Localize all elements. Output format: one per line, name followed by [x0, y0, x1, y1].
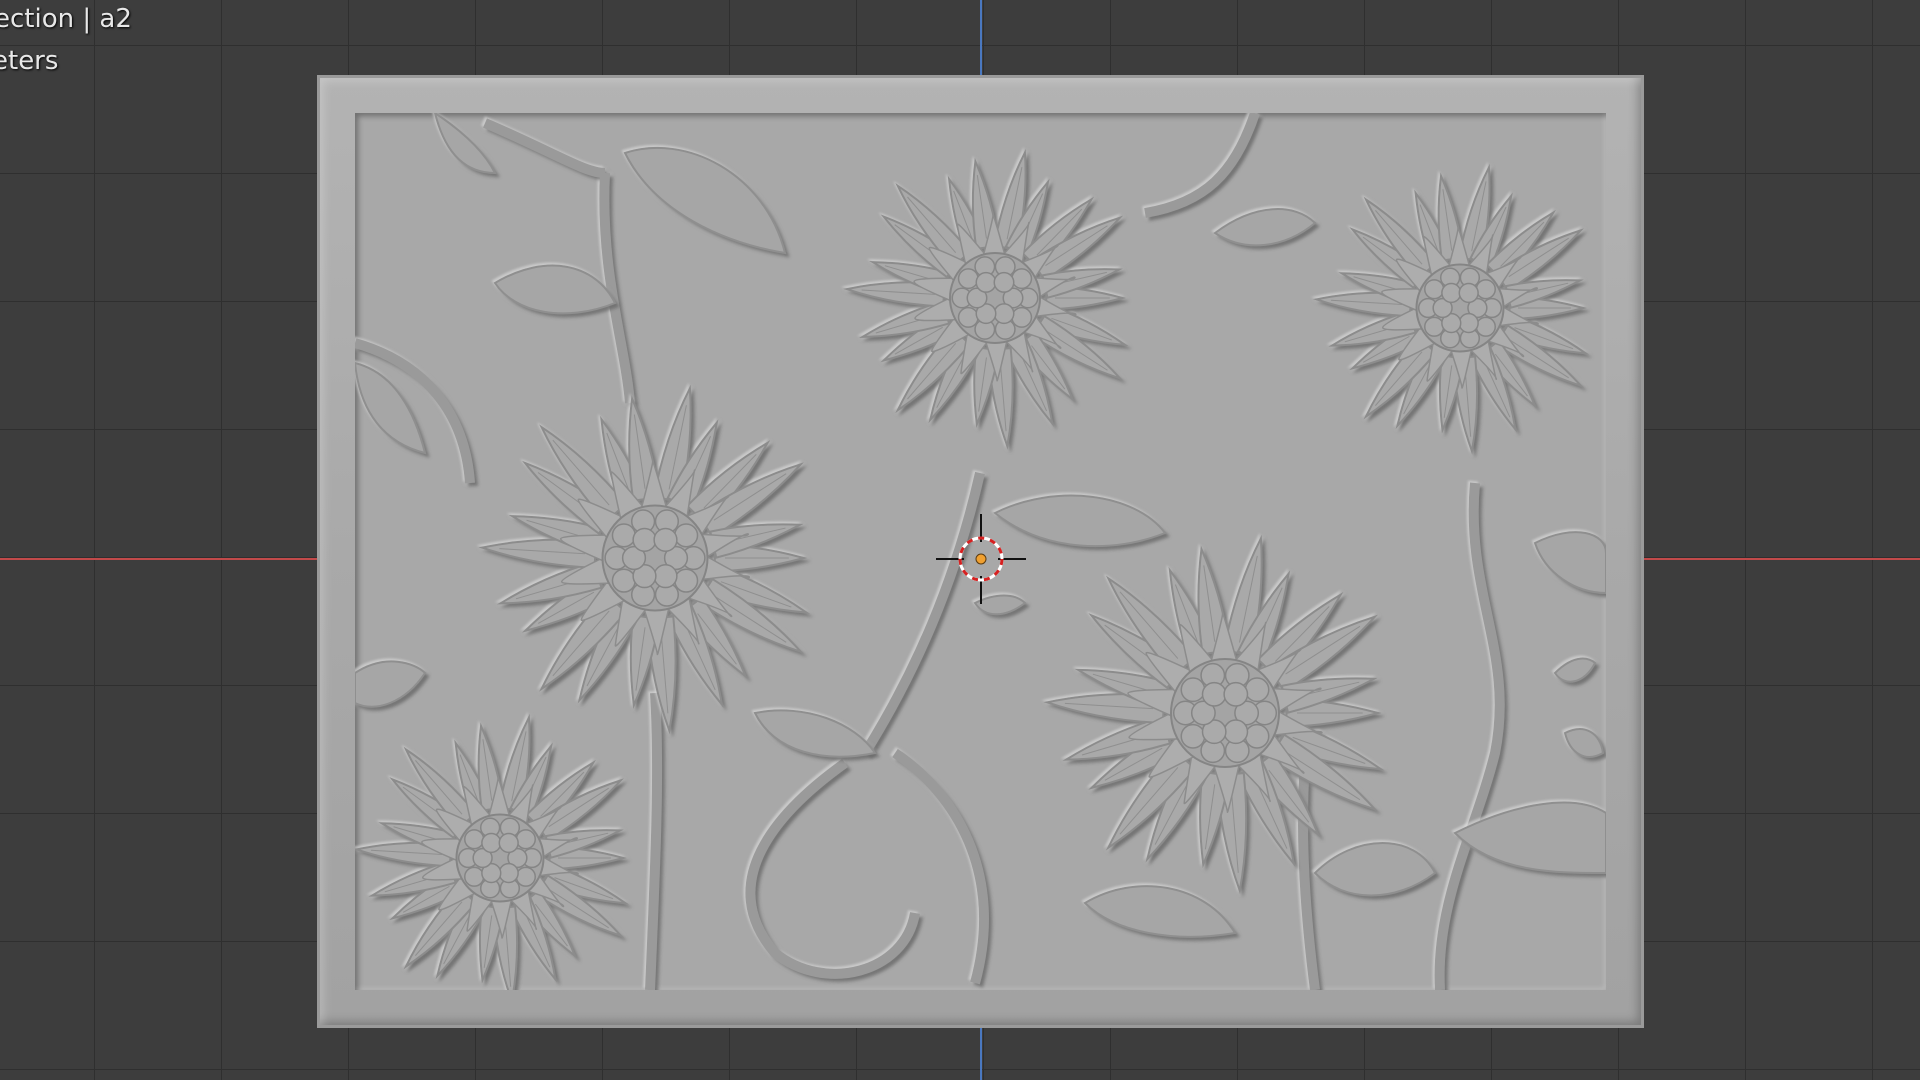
floret: [957, 268, 979, 290]
floret: [1223, 719, 1249, 745]
floret: [1458, 282, 1479, 304]
floret: [1244, 677, 1270, 703]
floret: [1180, 677, 1206, 703]
floret: [653, 527, 678, 552]
viewport-info-collection: ection | a2: [0, 4, 132, 34]
grid-line: [1745, 0, 1746, 1080]
floret: [1441, 282, 1462, 304]
grid-line: [221, 0, 222, 1080]
floret: [653, 564, 678, 589]
sunflower-head: [478, 384, 811, 735]
floret: [481, 832, 502, 854]
floret: [1475, 279, 1496, 300]
floret: [464, 866, 485, 887]
floret: [515, 829, 536, 850]
floret: [632, 527, 657, 552]
floret: [1424, 279, 1445, 300]
grid-line: [0, 1069, 1920, 1070]
floret: [1458, 312, 1479, 334]
sunflower-head: [355, 713, 630, 990]
floret: [1424, 316, 1445, 337]
grid-line: [1872, 0, 1873, 1080]
floret: [1244, 723, 1270, 749]
floret: [957, 306, 979, 328]
floret: [993, 303, 1015, 325]
floret: [498, 832, 519, 854]
3d-viewport[interactable]: ection | a2 eters: [0, 0, 1920, 1080]
floret: [674, 523, 699, 548]
viewport-info-units: eters: [0, 46, 59, 76]
sunflower-head: [1312, 163, 1590, 455]
floret: [498, 862, 519, 884]
sunflower-head: [1043, 534, 1385, 895]
floret: [611, 523, 636, 548]
floret: [1011, 306, 1033, 328]
floret: [611, 568, 636, 593]
grid-line: [0, 45, 1920, 46]
floret: [1223, 681, 1249, 707]
floret: [1201, 681, 1227, 707]
floret: [975, 271, 997, 293]
sunflower-head: [842, 148, 1129, 450]
floret: [1180, 723, 1206, 749]
floret: [993, 271, 1015, 293]
floret: [1011, 268, 1033, 290]
floret: [1475, 316, 1496, 337]
floret: [674, 568, 699, 593]
floret: [515, 866, 536, 887]
floret: [464, 829, 485, 850]
3d-cursor-icon[interactable]: [936, 514, 1026, 604]
grid-line: [94, 0, 95, 1080]
